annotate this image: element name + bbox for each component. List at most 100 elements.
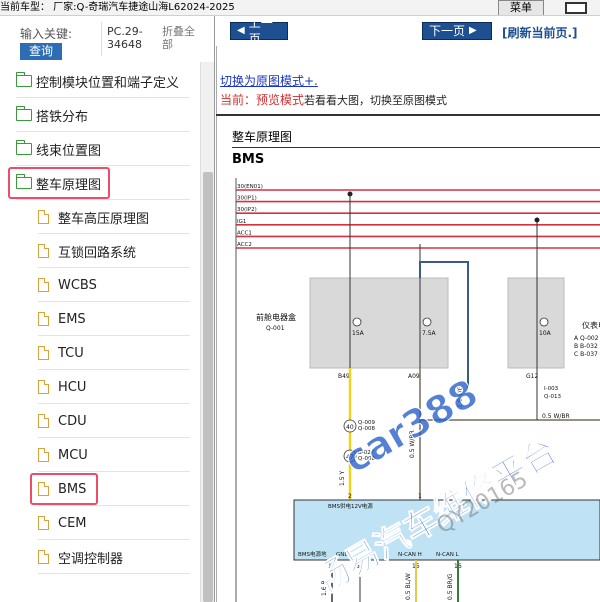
tree-item-label: 空调控制器 [58,551,124,567]
prev-page-button[interactable]: ◀ 上一页 [230,16,288,46]
folder-icon [15,140,32,155]
tree-item-label: TCU [58,345,84,361]
tree-item-8[interactable]: EMS [38,302,190,336]
current-mode: 当前：预览模式若看看大图，切换至原图模式 [220,91,447,108]
tree-divider [38,573,190,574]
pin-label-a09: A09 [408,373,420,380]
power-line-label-2: 30(IP1) [237,196,257,202]
tree-item-14[interactable]: CEM [38,506,190,540]
tree-item-10[interactable]: HCU [38,370,190,404]
file-icon [38,244,49,258]
content-panel: ◀ 上一页 下一页 ▶ [刷新当前页.] 切换为原图模式+. 当前：预览模式若看… [216,16,600,602]
search-divider [101,22,102,56]
power-line-label-6: ACC2 [237,242,252,248]
collapse-all-link[interactable]: 折叠全部 [162,25,200,51]
module-label-canl: N-CAN L [436,552,460,558]
window-box-icon[interactable] [565,2,587,14]
tree-item-6[interactable]: 互锁回路系统 [38,234,190,268]
tree-item-label: 控制模块位置和端子定义 [36,75,180,91]
splice-1-label: 40 [346,424,354,431]
tree-item-3[interactable]: 线束位置图 [15,132,190,166]
next-page-button[interactable]: 下一页 ▶ [422,22,492,40]
bottom-wire-label-1: 1.6 B [321,580,328,596]
file-icon [38,448,49,462]
page-nav: ◀ 上一页 下一页 ▶ [刷新当前页.] [216,16,600,46]
instrument-box-left [507,277,565,369]
front-box-label: 前舱电器盒 [256,312,296,322]
highlight-box [30,473,98,505]
instrument-code-b: B B-032 [574,343,598,350]
current-vehicle: 当前车型： 厂家:Q-奇瑞汽车捷途山海L62024-2025 [0,2,235,13]
panel-border [216,16,217,602]
tree-item-label: MCU [58,447,88,463]
wiring-diagram: 30(EN01) 30(IP1) 30(IP2) IG1 ACC1 ACC2 前舱电器盒 … [232,168,600,602]
arrow-left-icon: ◀ [237,25,245,36]
left-scrollbar[interactable] [200,62,214,602]
file-icon [38,312,49,326]
file-icon [38,210,49,224]
highlight-box [8,167,110,199]
instrument-box-label: 仪表电器盒 [582,320,600,330]
query-button[interactable]: 查询 [20,43,62,60]
current-prefix: 当前： [220,93,257,107]
arrow-right-icon: ▶ [469,25,477,36]
tree-item-label: CEM [58,515,87,531]
splice-2-label: 47 [346,454,354,461]
menu-button[interactable]: 菜单 [498,0,544,15]
bottom-wire-label-3: 0.5 BR/G [447,573,454,600]
tree-item-label: CDU [58,413,87,429]
module-pin-1: 1 [418,493,422,500]
module-pin-2: 2 [348,493,352,500]
file-icon [38,550,49,564]
wiring-diagram-svg: 30(EN01)30(IP1)30(IP2)IG1ACC1ACC2 前舱电器盒 … [235,178,600,602]
instrument-code-c: C B-037 [574,351,598,358]
tree-item-2[interactable]: 搭铁分布 [15,98,190,132]
wire-label-1: 1.5 Y [339,471,346,486]
tree-item-12[interactable]: MCU [38,438,190,472]
tree-item-9[interactable]: TCU [38,336,190,370]
power-line-label-3: 30(IP2) [237,207,257,213]
pin-label-b49: B49 [338,373,350,380]
section-title: 整车原理图 [232,130,293,144]
tree-item-1[interactable]: 控制模块位置和端子定义 [15,64,190,98]
pin-code-2: Q-008 [358,426,375,432]
module-label-canh: N-CAN H [398,552,422,558]
module-label-ground: BMS电源地 [298,550,327,558]
tree-item-5[interactable]: 整车高压原理图 [38,200,190,234]
scrollbar-thumb[interactable] [203,172,213,602]
file-icon [38,346,49,360]
file-icon [38,516,49,530]
pin-code-6: Q-013 [544,394,561,400]
left-panel: 输入关键: 查询 PC.29-34648 折叠全部 控制模块位置和端子定义 搭铁分… [0,16,215,602]
switch-mode-link[interactable]: 切换为原图模式+. [220,72,318,89]
junction-dot-1 [347,191,353,197]
next-page-label: 下一页 [429,24,466,38]
refresh-link[interactable]: [刷新当前页.] [502,24,578,41]
file-icon [38,414,49,428]
power-lines: 30(EN01) 30(IP1) 30(IP2) IG1 ACC1 ACC2 [236,184,600,249]
file-icon [38,380,49,394]
tree-item-7[interactable]: WCBS [38,268,190,302]
current-hint: 若看看大图，切换至原图模式 [304,94,448,107]
tree-item-15[interactable]: 空调控制器 [38,540,190,574]
bottom-wire-label-2: 0.5 BL/W [405,573,412,600]
current-mode-label: 预览模式 [256,93,305,107]
prev-page-label: 上一页 [248,16,273,46]
tree-item-11[interactable]: CDU [38,404,190,438]
document-code: PC.29-34648 [107,25,143,51]
pin-code-5: I-003 [544,386,559,392]
fuse-2-rating: 7.5A [422,330,437,337]
power-line-label-1: 30(EN01) [237,184,263,190]
search-area: 输入关键: 查询 PC.29-34648 折叠全部 [0,16,214,62]
section-divider [232,147,600,148]
power-line-label-4: IG1 [237,219,246,225]
folder-icon [15,106,32,121]
tree-item-label: 搭铁分布 [36,109,89,125]
module-label-gnd: GND [336,552,349,558]
tree-item-label: 线束位置图 [36,143,102,159]
tree-item-label: 互锁回路系统 [58,245,137,261]
instrument-code-a: A Q-002 [574,335,599,342]
module-pin-8: 8 [356,563,360,570]
tree-item-label: 整车高压原理图 [58,211,150,227]
front-box-code: Q-001 [266,325,285,332]
